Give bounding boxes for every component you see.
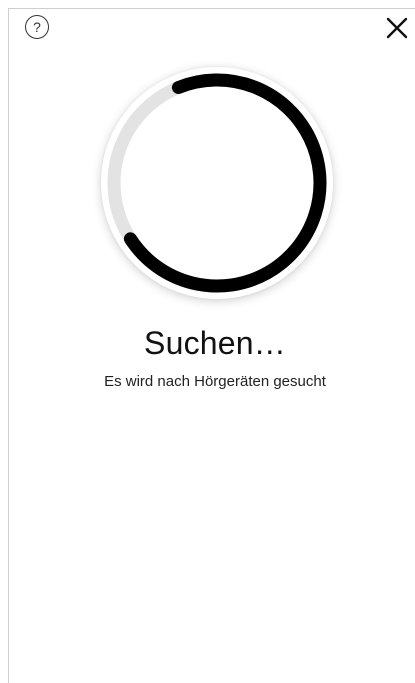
close-icon[interactable] xyxy=(385,16,409,40)
spinner-graphic xyxy=(107,73,327,293)
search-progress-spinner xyxy=(101,67,333,299)
spinner-arc xyxy=(123,73,327,293)
question-icon: ? xyxy=(33,19,41,35)
search-status-subtitle: Es wird nach Hörgeräten gesucht xyxy=(104,373,326,390)
search-status-title: Suchen… xyxy=(144,325,286,361)
help-button[interactable]: ? xyxy=(25,15,49,39)
